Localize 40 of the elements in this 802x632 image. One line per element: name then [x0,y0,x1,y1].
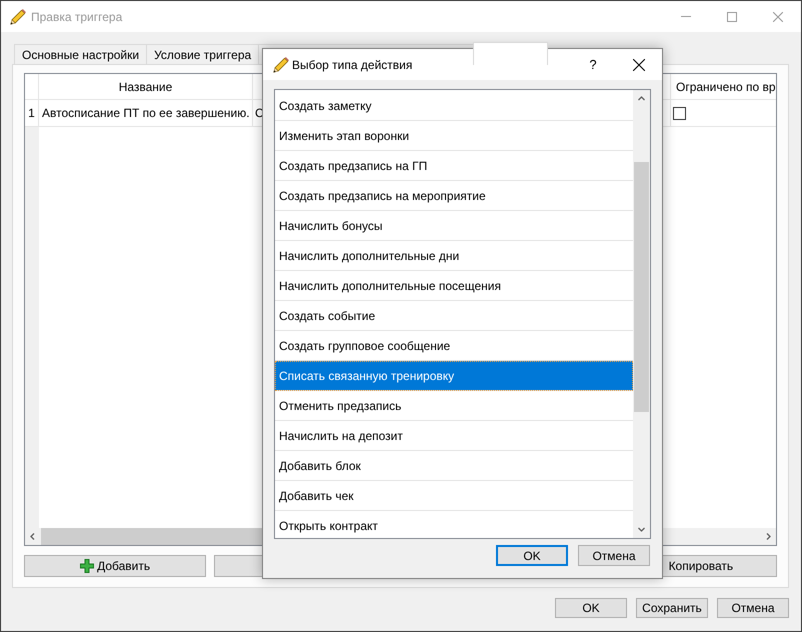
chevron-up-icon[interactable] [638,96,645,101]
column-header[interactable]: Ограничено по вр [671,74,776,100]
footer-button[interactable]: Сохранить [636,598,708,618]
cell-text: Автосписание ПТ по ее завершению. [42,106,250,120]
list-item[interactable]: Добавить блок [275,451,633,481]
action-button[interactable]: Добавить [24,555,206,577]
dialog-title: Выбор типа действия [292,58,414,72]
scrollbar[interactable] [633,90,650,538]
list-item[interactable]: Изменить этап воронки [275,121,633,151]
footer-button[interactable]: OK [555,598,627,618]
list-item[interactable]: Начислить бонусы [275,211,633,241]
list-item[interactable]: Начислить дополнительные посещения [275,271,633,301]
window-title: Правка триггера [31,10,124,24]
scrollbar-thumb[interactable] [634,162,649,412]
list-item[interactable]: Добавить чек [275,481,633,511]
plus-icon [80,559,94,573]
list-item[interactable]: Создать предзапись на мероприятие [275,181,633,211]
maximize-icon[interactable] [727,12,737,22]
list-item[interactable]: Списать связанную тренировку [275,361,633,391]
list-item[interactable]: Создать заметку [275,91,633,121]
list-item[interactable]: Отменить предзапись [275,391,633,421]
row-number: 1 [28,106,35,120]
footer-button[interactable]: Отмена [717,598,789,618]
chevron-down-icon[interactable] [638,527,645,532]
list-item[interactable]: Создать событие [275,301,633,331]
chevron-left-icon[interactable] [30,533,35,540]
close-icon[interactable] [633,58,645,70]
checkbox[interactable] [673,106,686,120]
list-item[interactable]: Начислить на депозит [275,421,633,451]
pencil-icon [10,8,26,24]
help-button[interactable]: ? [570,49,616,80]
list-item[interactable]: Создать предзапись на ГП [275,151,633,181]
tab[interactable]: Условие триггера [146,44,260,64]
pencil-icon [273,56,289,72]
column-header[interactable]: Название [39,74,253,100]
dialog-button[interactable]: OK [496,545,568,566]
tab[interactable]: Основные настройки [14,44,148,64]
dialog-button[interactable]: Отмена [578,545,650,566]
list-item[interactable]: Начислить дополнительные дни [275,241,633,271]
chevron-right-icon[interactable] [766,533,771,540]
